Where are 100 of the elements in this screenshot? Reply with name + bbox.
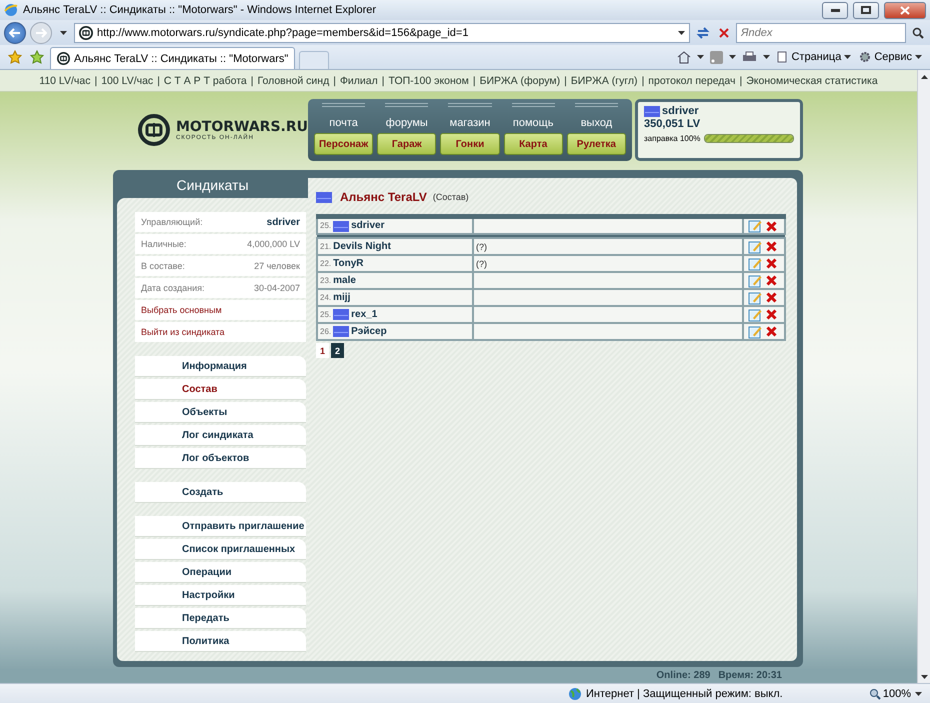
- delete-button[interactable]: [764, 292, 779, 303]
- member-name[interactable]: rex_1: [351, 308, 378, 320]
- menu-item[interactable]: Информация: [135, 356, 306, 376]
- browser-logo-icon: [4, 3, 18, 17]
- top-link[interactable]: Филиал: [340, 74, 378, 86]
- site-logo-icon: [79, 26, 93, 40]
- page-link[interactable]: 2: [331, 343, 344, 358]
- zoom-control[interactable]: 100%: [868, 688, 911, 700]
- menu-item[interactable]: Операции: [135, 562, 306, 582]
- nav-button[interactable]: Гараж: [377, 133, 436, 155]
- minimize-button[interactable]: [822, 2, 848, 18]
- nav-button[interactable]: Персонаж: [314, 133, 374, 155]
- row-number: 24.: [320, 293, 332, 302]
- edit-button[interactable]: [746, 274, 764, 288]
- caret-icon: [920, 74, 928, 78]
- maximize-icon: [861, 6, 871, 14]
- member-name[interactable]: sdriver: [351, 220, 384, 232]
- caret-icon: [729, 55, 736, 59]
- nav-button[interactable]: Гонки: [440, 133, 500, 155]
- menu-item[interactable]: Создать: [135, 482, 306, 502]
- menu-item[interactable]: Отправить приглашение: [135, 516, 306, 536]
- info-label: Управляющий:: [141, 217, 203, 227]
- top-link[interactable]: Экономическая статистика: [746, 74, 878, 86]
- top-link[interactable]: Головной синд: [258, 74, 330, 86]
- member-name[interactable]: Рэйсер: [351, 326, 387, 337]
- action-link[interactable]: Выйти из синдиката: [135, 322, 306, 342]
- edit-icon: [748, 324, 762, 338]
- menu-item[interactable]: Политика: [135, 631, 306, 651]
- menu-item[interactable]: Состав: [135, 379, 306, 399]
- edit-button[interactable]: [746, 290, 764, 304]
- menu-item[interactable]: Список приглашенных: [135, 539, 306, 559]
- balance: 350,051 LV: [644, 118, 702, 130]
- caret-icon: [697, 55, 704, 59]
- row-number: 23.: [320, 276, 332, 285]
- separator: |: [332, 74, 337, 86]
- caret-icon: [920, 674, 928, 678]
- top-link[interactable]: БИРЖА (гугл): [570, 74, 638, 86]
- top-link[interactable]: протокол передач: [648, 74, 736, 86]
- syndicate-title: Альянс TeraLV: [340, 190, 427, 204]
- menu-item[interactable]: Передать: [135, 608, 306, 628]
- back-button[interactable]: [4, 22, 26, 44]
- delete-button[interactable]: [764, 309, 779, 320]
- separator: |: [738, 74, 744, 86]
- minimize-icon: [830, 8, 840, 12]
- username: sdriver: [662, 105, 699, 117]
- delete-button[interactable]: [764, 275, 779, 286]
- delete-icon: [766, 220, 777, 232]
- member-name[interactable]: TonyR: [333, 258, 364, 269]
- member-name[interactable]: male: [333, 275, 356, 286]
- search-icon: [912, 26, 924, 38]
- nav-button[interactable]: Карта: [504, 133, 563, 155]
- edit-button[interactable]: [746, 219, 764, 233]
- delete-icon: [766, 326, 777, 337]
- separator: |: [563, 74, 568, 86]
- top-link[interactable]: БИРЖА (форум): [480, 74, 560, 86]
- nav-button[interactable]: Рулетка: [566, 133, 626, 155]
- edit-button[interactable]: [746, 256, 764, 270]
- page-menu[interactable]: Страница: [774, 51, 854, 63]
- delete-button[interactable]: [764, 258, 779, 269]
- close-button[interactable]: [884, 2, 926, 18]
- feed-icon: [710, 50, 724, 64]
- edit-icon: [748, 290, 762, 304]
- delete-button[interactable]: [764, 326, 779, 337]
- status-text: Интернет | Защищенный режим: выкл.: [586, 688, 784, 700]
- top-link[interactable]: 110 LV/час: [39, 74, 90, 86]
- info-value: sdriver: [266, 216, 300, 228]
- delete-icon: [766, 309, 777, 320]
- edit-icon: [748, 274, 762, 288]
- menu-item[interactable]: Объекты: [135, 402, 306, 422]
- info-value: 30-04-2007: [254, 283, 300, 293]
- edit-button[interactable]: [746, 240, 764, 254]
- menu-item[interactable]: Лог синдиката: [135, 425, 306, 445]
- separator: |: [156, 74, 161, 86]
- edit-icon: [748, 240, 762, 254]
- site-logo-icon: [57, 52, 70, 65]
- menu-item[interactable]: Настройки: [135, 585, 306, 605]
- top-link[interactable]: ТОП-100 эконом: [388, 74, 469, 86]
- member-name[interactable]: mijj: [333, 292, 350, 303]
- browser-tab[interactable]: Альянс TeraLV :: Синдикаты :: "Motorwars": [50, 47, 296, 69]
- edit-icon: [748, 219, 762, 233]
- menu-item[interactable]: Лог объектов: [135, 448, 306, 468]
- member-name[interactable]: Devils Night: [333, 241, 391, 252]
- info-label: Наличные:: [141, 239, 186, 249]
- tools-menu[interactable]: Сервис: [857, 51, 924, 63]
- team-badge-icon: [333, 220, 350, 232]
- action-link[interactable]: Выбрать основным: [135, 300, 306, 320]
- window-title: Альянс TeraLV :: Синдикаты :: "Motorwars" - Windows Internet Explorer: [23, 4, 378, 16]
- maximize-button[interactable]: [853, 2, 879, 18]
- forward-arrow-icon: [35, 28, 47, 38]
- address-field[interactable]: http://www.motorwars.ru/syndicate.php?page=members&id=156&page_id=1: [74, 22, 690, 42]
- page-link[interactable]: 1: [316, 343, 329, 358]
- top-link[interactable]: С Т А Р Т работа: [164, 74, 247, 86]
- delete-button[interactable]: [764, 241, 779, 252]
- delete-button[interactable]: [764, 220, 779, 232]
- server-time: Время: 20:31: [718, 670, 782, 681]
- edit-button[interactable]: [746, 324, 764, 338]
- info-label: В составе:: [141, 261, 185, 271]
- top-link[interactable]: 100 LV/час: [101, 74, 154, 86]
- home-icon: [677, 50, 692, 64]
- edit-button[interactable]: [746, 308, 764, 322]
